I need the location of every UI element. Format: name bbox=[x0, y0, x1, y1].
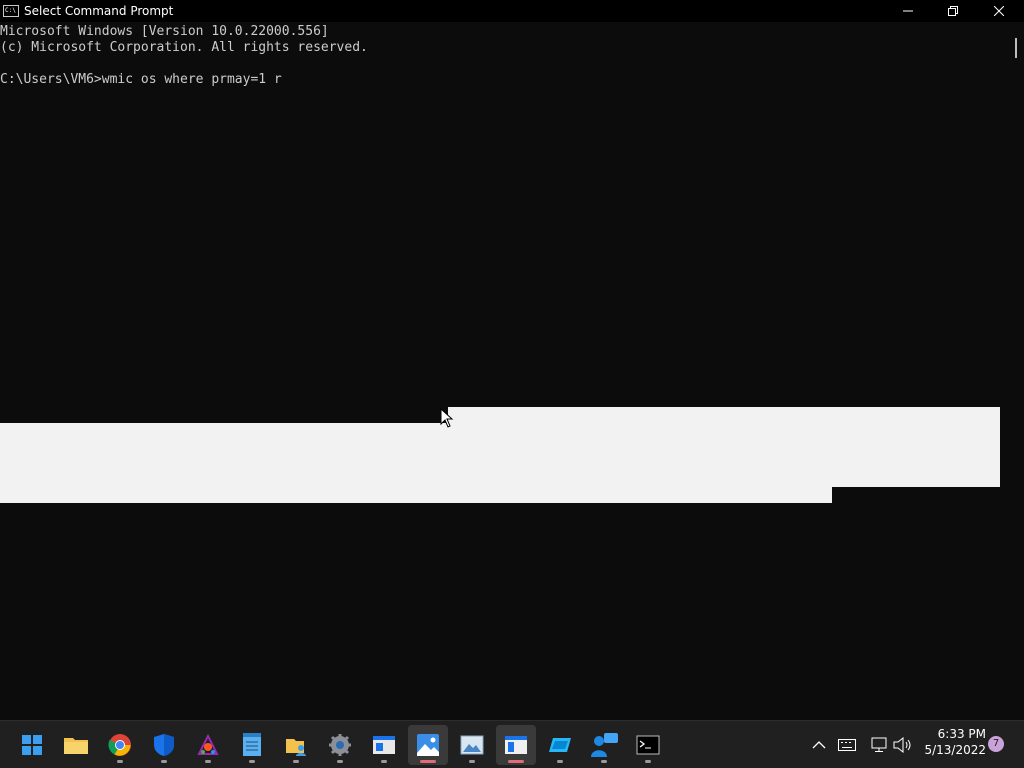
title-bar[interactable]: C:\ Select Command Prompt bbox=[0, 0, 1024, 22]
start-button[interactable] bbox=[12, 725, 52, 765]
running-indicator bbox=[249, 760, 255, 763]
taskbar-image-viewer[interactable] bbox=[452, 725, 492, 765]
console-prompt-line[interactable]: C:\Users\VM6>wmic os where prmay=1 r bbox=[0, 72, 282, 88]
image-icon bbox=[460, 735, 484, 755]
taskbar-paint[interactable] bbox=[188, 725, 228, 765]
taskbar-window-app[interactable] bbox=[364, 725, 404, 765]
taskbar-files[interactable] bbox=[276, 725, 316, 765]
running-indicator bbox=[293, 760, 299, 763]
clock-date: 5/13/2022 bbox=[924, 743, 986, 757]
running-indicator bbox=[557, 760, 563, 763]
folder-icon bbox=[64, 738, 88, 754]
taskbar-people-app[interactable] bbox=[584, 725, 624, 765]
taskbar-windows-security[interactable] bbox=[144, 725, 184, 765]
window-title: Select Command Prompt bbox=[24, 4, 174, 18]
chrome-icon bbox=[108, 734, 131, 756]
running-indicator bbox=[645, 760, 651, 763]
taskbar-file-explorer[interactable] bbox=[56, 725, 96, 765]
running-indicator bbox=[205, 760, 211, 763]
shield-icon bbox=[154, 734, 174, 756]
console-line: Microsoft Windows [Version 10.0.22000.55… bbox=[0, 24, 329, 39]
notes-icon bbox=[505, 736, 527, 754]
notepad-icon bbox=[243, 733, 261, 756]
taskbar-photos[interactable] bbox=[408, 725, 448, 765]
people-icon bbox=[591, 733, 618, 757]
window-icon bbox=[373, 736, 395, 754]
volume-button[interactable] bbox=[892, 733, 914, 757]
running-indicator bbox=[161, 760, 167, 763]
close-icon bbox=[994, 6, 1004, 16]
running-indicator bbox=[117, 760, 123, 763]
running-indicator bbox=[337, 760, 343, 763]
input-indicator[interactable] bbox=[836, 733, 858, 757]
close-button[interactable] bbox=[976, 0, 1022, 22]
taskbar-command-prompt[interactable] bbox=[628, 725, 668, 765]
system-clock[interactable]: 6:33 PM 5/13/2022 bbox=[916, 726, 986, 758]
photos-icon bbox=[417, 734, 439, 756]
mouse-pointer-icon bbox=[440, 408, 454, 428]
folder-person-icon bbox=[286, 739, 306, 756]
tablet-icon bbox=[549, 738, 571, 752]
command-prompt-icon[interactable]: C:\ bbox=[3, 5, 19, 17]
minimize-icon bbox=[903, 10, 913, 12]
running-indicator bbox=[508, 760, 524, 763]
clock-time: 6:33 PM bbox=[937, 727, 986, 741]
scrollbar-thumb[interactable] bbox=[1015, 38, 1017, 58]
windows-logo-icon bbox=[22, 735, 42, 755]
taskbar-chrome[interactable] bbox=[100, 725, 140, 765]
minimize-button[interactable] bbox=[885, 0, 931, 22]
running-indicator bbox=[601, 760, 607, 763]
taskbar-notes-app[interactable] bbox=[496, 725, 536, 765]
running-indicator bbox=[420, 760, 436, 763]
running-indicator bbox=[381, 760, 387, 763]
terminal-icon bbox=[636, 735, 660, 755]
taskbar-tablet-app[interactable] bbox=[540, 725, 580, 765]
paint-icon bbox=[197, 733, 219, 755]
network-icon bbox=[871, 737, 887, 752]
keyboard-icon bbox=[838, 739, 856, 751]
console-line: (c) Microsoft Corporation. All rights re… bbox=[0, 40, 368, 55]
show-hidden-icons-button[interactable] bbox=[808, 733, 830, 757]
taskbar bbox=[0, 720, 1024, 768]
taskbar-notepad[interactable] bbox=[232, 725, 272, 765]
chevron-up-icon bbox=[812, 741, 826, 749]
running-indicator bbox=[469, 760, 475, 763]
notification-badge[interactable]: 7 bbox=[988, 736, 1004, 752]
vertical-scrollbar[interactable] bbox=[1008, 22, 1024, 718]
gear-icon bbox=[329, 734, 351, 756]
restore-icon bbox=[948, 6, 958, 16]
network-button[interactable] bbox=[868, 733, 890, 757]
taskbar-settings[interactable] bbox=[320, 725, 360, 765]
selection-highlight bbox=[448, 407, 1000, 487]
console-output[interactable]: Microsoft Windows [Version 10.0.22000.55… bbox=[0, 22, 1008, 718]
restore-button[interactable] bbox=[930, 0, 976, 22]
volume-icon bbox=[893, 737, 911, 753]
